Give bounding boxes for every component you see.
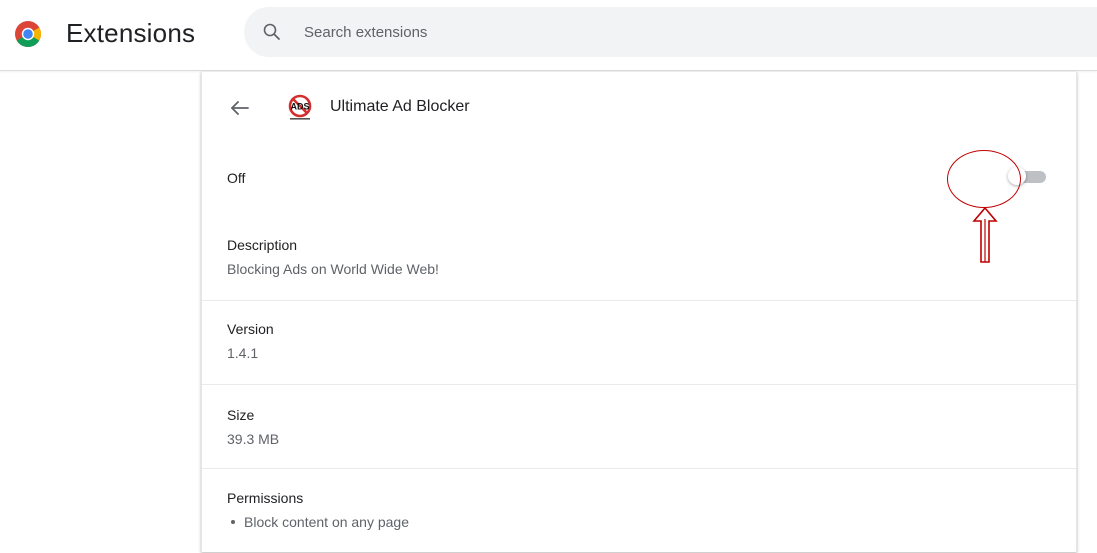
permission-text: Block content on any page — [244, 514, 410, 530]
ads-blocker-icon: ADS — [288, 94, 312, 120]
svg-text:ADS: ADS — [290, 102, 309, 112]
version-value: 1.4.1 — [227, 345, 259, 361]
page-title: Extensions — [66, 18, 196, 48]
search-input[interactable] — [304, 7, 1064, 57]
description-label: Description — [227, 237, 298, 253]
size-row: Size 39.3 MB — [202, 384, 1076, 469]
version-row: Version 1.4.1 — [202, 300, 1076, 385]
permissions-row: Permissions Block content on any page — [202, 468, 1076, 553]
annotation-arrow-up-icon — [972, 207, 998, 263]
size-value: 39.3 MB — [227, 431, 280, 447]
search-icon[interactable] — [262, 22, 282, 42]
annotation-circle — [947, 150, 1021, 208]
search-bar[interactable] — [244, 7, 1097, 57]
chrome-logo-icon — [15, 21, 42, 48]
top-bar: Extensions — [0, 0, 1097, 71]
arrow-back-icon[interactable] — [226, 94, 254, 122]
permission-item: Block content on any page — [231, 512, 409, 532]
extension-details-card: ADS Ultimate Ad Blocker Off Description … — [201, 72, 1077, 552]
description-value: Blocking Ads on World Wide Web! — [227, 261, 439, 277]
enable-row: Off — [202, 142, 1076, 216]
bullet — [231, 520, 235, 525]
extension-name: Ultimate Ad Blocker — [330, 98, 470, 115]
permissions-label: Permissions — [227, 490, 304, 506]
extension-header: ADS Ultimate Ad Blocker — [202, 72, 1076, 142]
state-label: Off — [227, 170, 246, 186]
description-row: Description Blocking Ads on World Wide W… — [202, 216, 1076, 300]
size-label: Size — [227, 407, 255, 423]
version-label: Version — [227, 321, 274, 337]
